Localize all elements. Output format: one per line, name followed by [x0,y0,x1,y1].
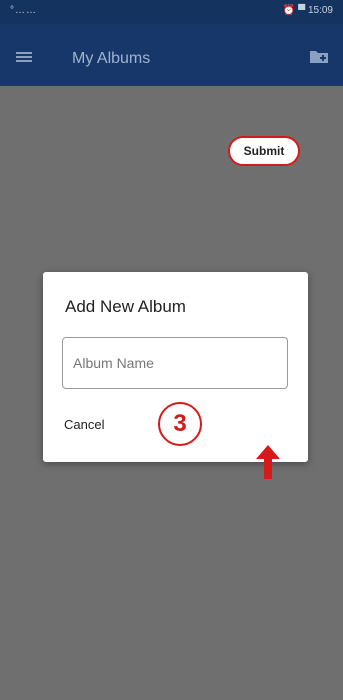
status-bar: °…… ⏰ ▀ 15:09 [0,0,343,24]
dialog-title: Add New Album [65,297,186,316]
signal-indicator: °…… [10,5,37,16]
app-bar: My Albums [0,24,343,86]
step-number-badge: 3 [158,402,202,446]
cancel-button[interactable]: Cancel [64,417,104,432]
up-arrow-icon [256,445,280,479]
submit-button[interactable]: Submit [228,136,300,166]
status-right: ⏰ ▀ 15:09 [282,5,333,16]
menu-icon[interactable] [16,52,32,62]
folder-add-icon[interactable] [309,48,329,64]
album-name-input[interactable] [62,337,288,389]
page-title: My Albums [72,50,151,67]
